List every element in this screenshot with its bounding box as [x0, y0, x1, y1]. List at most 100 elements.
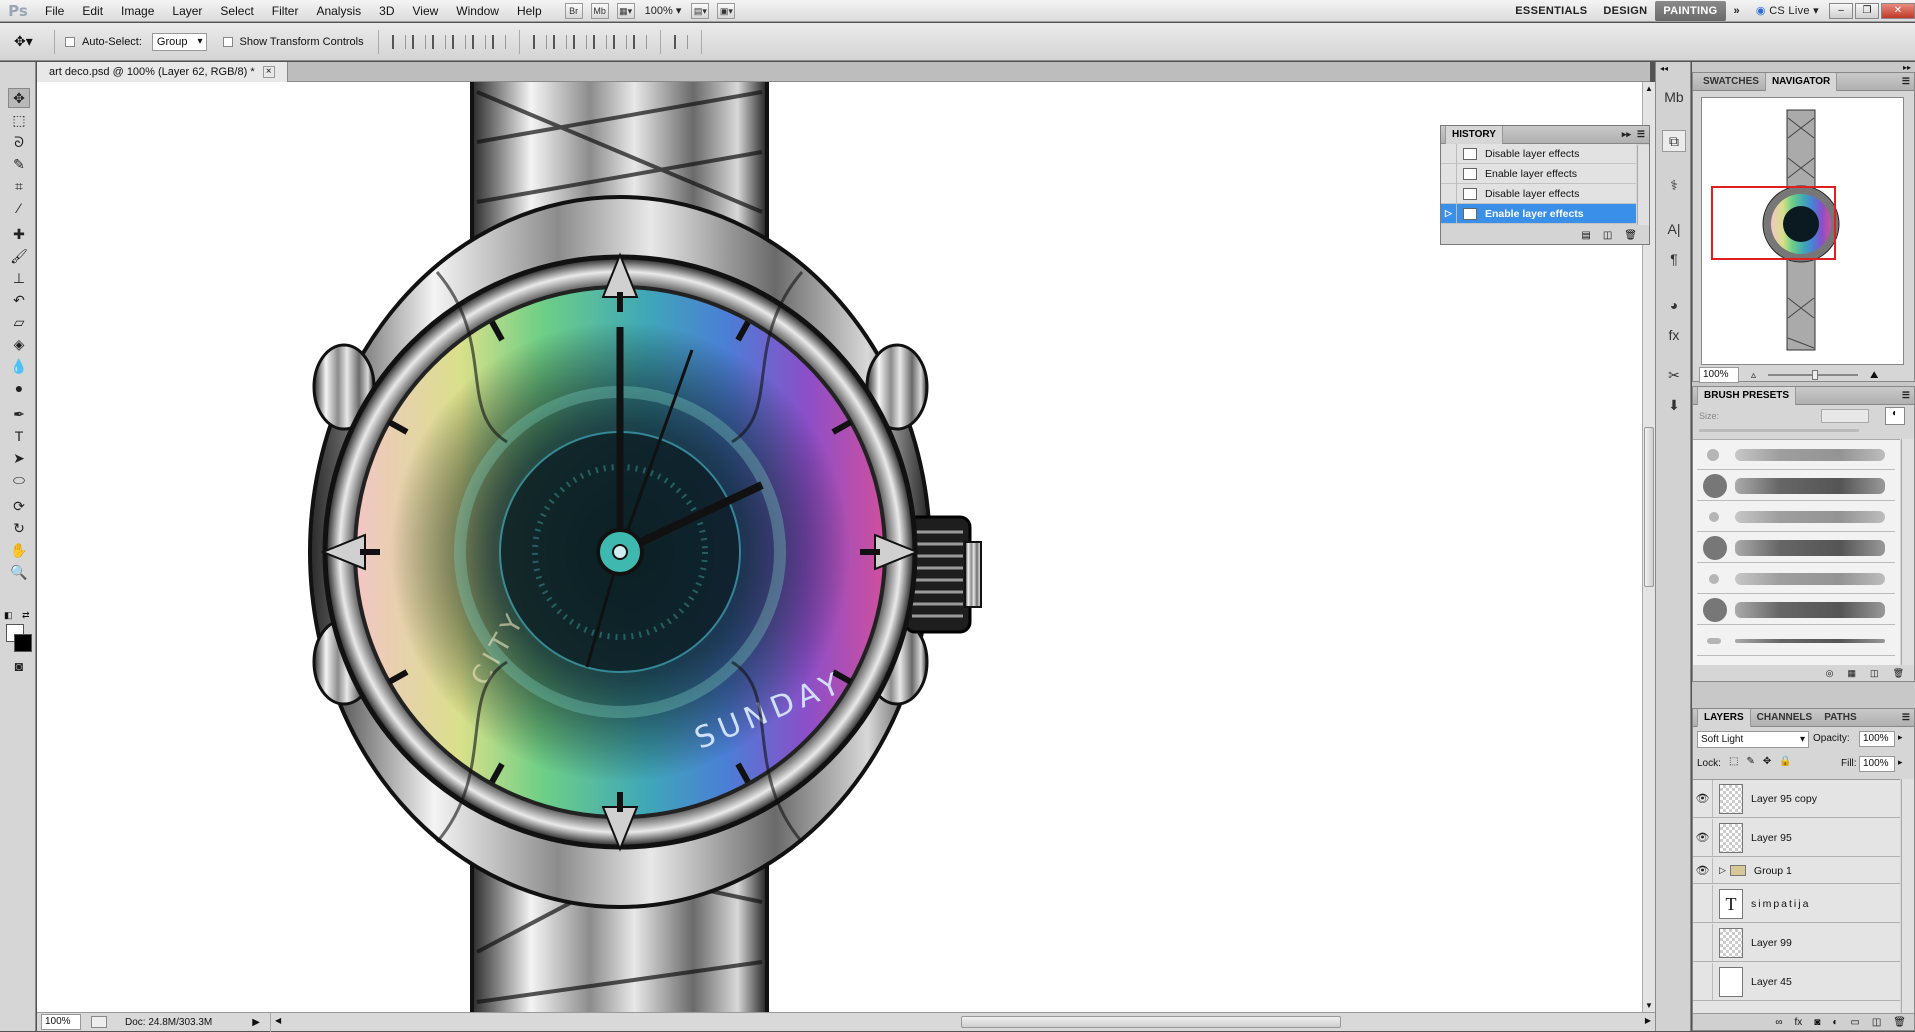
panel-menu-icon[interactable]: ☰ [1902, 390, 1910, 401]
eye-icon[interactable]: 👁 [1693, 858, 1713, 883]
path-selection-tool-icon[interactable]: ➤ [8, 448, 30, 468]
default-colors-icon[interactable]: ◧ [4, 610, 13, 621]
delete-layer-icon[interactable]: 🗑 [1893, 1017, 1906, 1028]
layers-scrollbar[interactable] [1901, 779, 1914, 1013]
auto-select-dropdown[interactable]: Group [151, 32, 207, 51]
lock-all-icon[interactable]: 🔒 [1779, 756, 1791, 767]
adjustment-layer-icon[interactable]: ◐ [1832, 1017, 1838, 1028]
brush-presets-list[interactable] [1693, 439, 1900, 665]
brush-preset-item[interactable] [1697, 471, 1895, 501]
history-source-checkbox[interactable] [1441, 144, 1457, 163]
restore-button[interactable]: ❐ [1855, 2, 1879, 19]
expand-dock-icon[interactable]: ◂◂ [1660, 64, 1668, 73]
layer-row[interactable]: 👁 Layer 95 [1693, 819, 1900, 857]
lock-image-pixels-icon[interactable]: ✎ [1746, 756, 1754, 767]
tab-layers[interactable]: LAYERS [1697, 708, 1751, 727]
opacity-field[interactable]: 100% [1859, 731, 1895, 747]
brush-preset-item[interactable] [1697, 533, 1895, 563]
history-item-selected[interactable]: ▷ Enable layer effects [1441, 204, 1636, 224]
history-source-checkbox[interactable] [1441, 184, 1457, 203]
history-scrollbar[interactable] [1637, 145, 1649, 225]
type-tool-icon[interactable]: T [8, 426, 30, 446]
distribute-left-icon[interactable] [592, 34, 607, 49]
new-brush-icon[interactable]: ◫ [1870, 668, 1879, 679]
layer-row[interactable]: Layer 99 [1693, 924, 1900, 962]
align-left-icon[interactable] [451, 34, 466, 49]
lock-position-icon[interactable]: ✥ [1763, 756, 1771, 767]
status-info-icon[interactable] [91, 1016, 107, 1028]
paint-bucket-tool-icon[interactable]: ◈ [8, 334, 30, 354]
paragraph-panel-icon[interactable]: ¶ [1662, 248, 1686, 270]
zoom-tool-icon[interactable]: 🔍 [8, 562, 30, 582]
fill-field[interactable]: 100% [1859, 756, 1895, 772]
brush-preset-item[interactable] [1697, 502, 1895, 532]
navigator-zoom-field[interactable]: 100% [1699, 367, 1739, 383]
layer-row[interactable]: T simpatija [1693, 885, 1900, 923]
blend-mode-dropdown[interactable]: Soft Light ▾ [1697, 731, 1809, 748]
healing-brush-tool-icon[interactable]: ✚ [8, 224, 30, 244]
color-panel-icon[interactable]: ◕ [1662, 294, 1686, 316]
clone-stamp-tool-icon[interactable]: ⊥ [8, 268, 30, 288]
brush-preset-item[interactable] [1697, 595, 1895, 625]
crop-tool-icon[interactable]: ⌗ [8, 176, 30, 196]
brush-size-slider[interactable] [1699, 429, 1859, 432]
swap-colors-icon[interactable]: ⇄ [22, 610, 30, 621]
dodge-tool-icon[interactable]: ● [8, 378, 30, 398]
move-tool-icon[interactable]: ✥ [8, 88, 30, 108]
show-transform-checkbox[interactable] [222, 36, 233, 47]
3d-orbit-tool-icon[interactable]: ↻ [8, 518, 30, 538]
document-tab[interactable]: art deco.psd @ 100% (Layer 62, RGB/8) * … [37, 62, 288, 82]
quick-mask-icon[interactable]: ◙ [8, 656, 30, 676]
3d-rotate-tool-icon[interactable]: ⟳ [8, 496, 30, 516]
more-workspaces-icon[interactable]: » [1726, 1, 1748, 21]
collapse-dock-icon[interactable]: ▸▸ [1903, 63, 1911, 72]
lasso-tool-icon[interactable]: ᘐ [8, 132, 30, 152]
auto-select-checkbox[interactable] [65, 36, 75, 47]
scroll-up-icon[interactable]: ▲ [1645, 84, 1653, 93]
history-panel-header[interactable]: HISTORY ▸▸ ☰ [1441, 125, 1649, 144]
panel-menu-icon[interactable]: ☰ [1902, 712, 1910, 723]
close-window-button[interactable]: ✕ [1881, 2, 1915, 19]
bridge-button[interactable]: Br [564, 2, 583, 19]
brush-preset-item[interactable] [1697, 440, 1895, 470]
styles-panel-icon[interactable]: fx [1662, 324, 1686, 346]
brush-presets-scrollbar[interactable] [1901, 439, 1914, 665]
brush-preset-item[interactable] [1697, 626, 1895, 656]
brush-preset-item[interactable] [1697, 564, 1895, 594]
arrange-documents-button[interactable]: ▤▾ [691, 2, 710, 19]
history-source-checkbox[interactable] [1441, 164, 1457, 183]
canvas-horizontal-scrollbar[interactable]: ◀ ▶ [269, 1012, 1655, 1032]
view-extras-button[interactable]: ▦▾ [616, 2, 635, 19]
scroll-left-icon[interactable]: ◀ [275, 1016, 281, 1025]
zoom-in-icon[interactable]: ⛰ [1870, 370, 1878, 381]
tab-navigator[interactable]: NAVIGATOR [1764, 72, 1838, 91]
distribute-horizontal-center-icon[interactable] [612, 34, 627, 49]
navigator-view-box[interactable] [1711, 186, 1836, 260]
mini-bridge-button[interactable]: Mb [590, 2, 609, 19]
layer-row[interactable]: Layer 45 [1693, 963, 1900, 1001]
new-layer-icon[interactable]: ◫ [1872, 1017, 1881, 1028]
eye-hidden-icon[interactable] [1693, 963, 1713, 1000]
quick-selection-tool-icon[interactable]: ✎ [8, 154, 30, 174]
panel-menu-icon[interactable]: ☰ [1902, 76, 1910, 87]
align-top-icon[interactable] [391, 34, 406, 49]
history-item[interactable]: Disable layer effects [1441, 144, 1636, 164]
toggle-brush-panel-icon[interactable]: ◎ [1826, 668, 1834, 679]
navigator-preview[interactable] [1701, 97, 1904, 365]
clone-source-panel-icon[interactable]: ⚕ [1662, 174, 1686, 196]
workspace-design[interactable]: DESIGN [1595, 1, 1655, 21]
brush-preview-icon[interactable]: ◐ [1885, 407, 1905, 425]
brush-size-field[interactable] [1821, 409, 1869, 423]
eye-icon[interactable]: 👁 [1693, 819, 1713, 856]
layer-style-icon[interactable]: fx [1795, 1017, 1803, 1028]
menu-file[interactable]: File [36, 0, 73, 22]
pen-tool-icon[interactable]: ✒ [8, 404, 30, 424]
fill-slider-arrow-icon[interactable]: ▸ [1898, 757, 1903, 768]
opacity-slider-arrow-icon[interactable]: ▸ [1898, 732, 1903, 743]
panel-menu-icon[interactable]: ☰ [1637, 129, 1645, 140]
mini-bridge-panel-icon[interactable]: Mb [1662, 86, 1686, 108]
distribute-vertical-center-icon[interactable] [552, 34, 567, 49]
new-snapshot-icon[interactable]: ◫ [1603, 230, 1612, 241]
cs-live-menu[interactable]: ◉ CS Live ▾ [1748, 1, 1827, 21]
preset-grid-icon[interactable]: ▦ [1848, 668, 1857, 679]
